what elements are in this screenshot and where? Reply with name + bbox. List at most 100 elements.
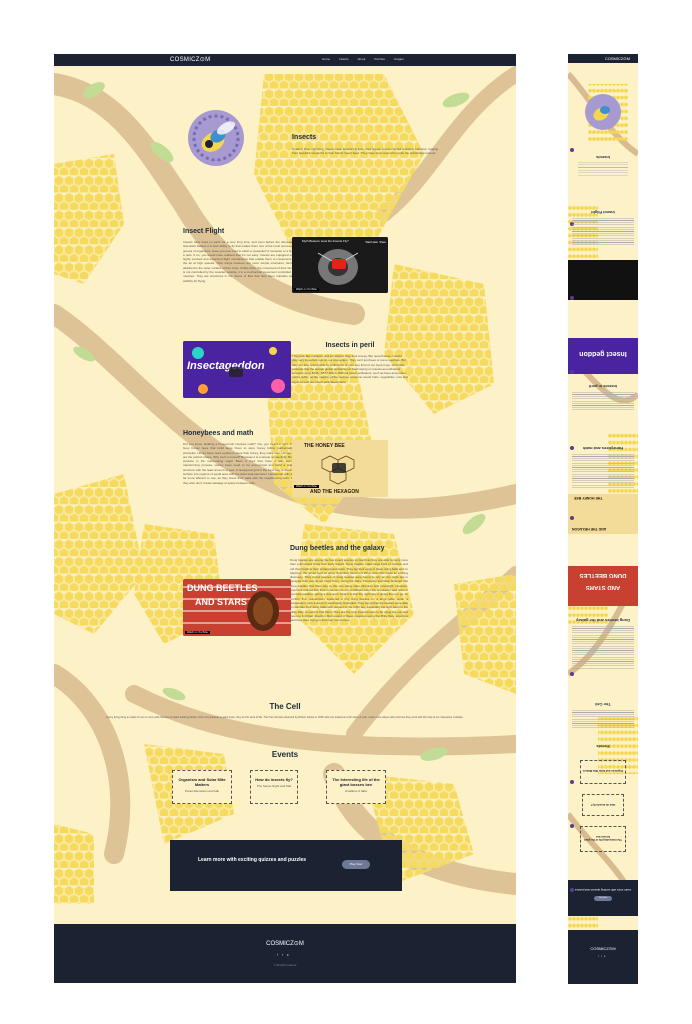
- nav-item-images[interactable]: Images: [394, 57, 404, 61]
- section-the-cell: The Cell Every living thing is made of o…: [84, 702, 486, 720]
- mobile-dung-bottom-caption: AND STARS: [585, 584, 621, 590]
- mobile-event-card[interactable]: Organism and Solar Mite Matters: [580, 760, 626, 784]
- footer-copyright: © All rights reserved: [273, 964, 297, 967]
- flight-watch-on-youtube[interactable]: Watch on YouTube: [294, 288, 319, 291]
- mobile-flight-video[interactable]: [568, 260, 638, 300]
- play-now-button[interactable]: Play Now: [342, 860, 370, 869]
- event-card[interactable]: Organism and Solar Mite Matters Panel di…: [172, 770, 232, 804]
- peril-text: They look like nuisance and sometimes th…: [292, 354, 408, 384]
- nav-item-home[interactable]: Home: [322, 57, 330, 61]
- event-subtitle: Amaflora of talks: [344, 789, 368, 793]
- section-insects: Insects Small or blue, night bug, insect…: [292, 134, 442, 156]
- section-dung-beetles: Dung beetles and the galaxy Dung beetles…: [290, 544, 408, 622]
- mobile-event-card[interactable]: The Interesting life of the giant bosses…: [580, 826, 626, 852]
- mobile-play-now-button[interactable]: Play Now: [594, 896, 612, 901]
- cta-banner: Learn more with exciting quizzes and puz…: [170, 840, 402, 891]
- mobile-honey-video[interactable]: THE HONEY BEE AND THE HEXAGON: [568, 494, 638, 534]
- event-subtitle: Panel discussion and talk: [185, 789, 219, 793]
- events-heading: Events: [271, 750, 299, 759]
- cell-text: Every living thing is made of one or mor…: [106, 716, 464, 719]
- cta-text: Learn more with exciting quizzes and puz…: [198, 857, 307, 863]
- flight-video-share[interactable]: Share: [379, 241, 386, 244]
- mobile-bullet: [570, 516, 574, 520]
- insect-logo-icon: [188, 110, 244, 166]
- mobile-social-icons: ft▸: [568, 954, 638, 958]
- mobile-flight-heading: Insect Flight: [591, 210, 615, 215]
- mobile-navigation-bar: COSMICZ⊙M: [568, 54, 638, 63]
- honey-watch-on-youtube[interactable]: Watch on YouTube: [294, 485, 319, 488]
- section-honeybees-math: Honeybees and math Did you know, buildin…: [183, 430, 295, 485]
- mobile-dung-video[interactable]: DUNG BEETLES AND STARS: [568, 566, 638, 606]
- flight-video-later[interactable]: Watch later: [365, 241, 378, 244]
- mobile-dung-top-caption: DUNG BEETLES: [579, 572, 627, 578]
- event-card[interactable]: How do insects fly? The Sense Night and …: [250, 770, 298, 804]
- insects-heading: Insects: [292, 134, 317, 141]
- flight-video-title: Myth Busters: How Do Insects Fly?: [302, 239, 349, 243]
- mobile-bullet: [570, 296, 574, 300]
- mobile-peril-heading: Insects in peril: [589, 384, 618, 389]
- flight-play-button[interactable]: [332, 259, 346, 269]
- section-insects-in-peril: Insects in peril They look like nuisance…: [292, 342, 408, 384]
- dung-video-top-caption: DUNG BEETLES: [187, 583, 258, 593]
- flight-video-embed[interactable]: Myth Busters: How Do Insects Fly? Watch …: [292, 237, 388, 293]
- honey-video-bottom-caption: AND THE HEXAGON: [310, 489, 359, 495]
- mobile-honey-top-caption: THE HONEY BEE: [574, 496, 603, 500]
- mobile-bullet: [570, 148, 574, 152]
- mobile-event-title: Organism and Solar Mite Matters: [582, 769, 624, 772]
- youtube-icon[interactable]: ▸: [604, 954, 608, 958]
- nav-menu: Home Insects About Puzzles Images: [322, 57, 404, 61]
- dung-text: Dung beetles are among the few insect sp…: [290, 558, 408, 623]
- mobile-insect-logo-icon: [585, 94, 621, 130]
- youtube-icon[interactable]: ▸: [287, 952, 293, 957]
- footer-logo[interactable]: COSMICZ⊙M: [54, 940, 516, 947]
- flight-heading: Insect Flight: [183, 228, 225, 235]
- honey-heading: Honeybees and math: [183, 430, 254, 437]
- insects-text: Small or blue, night bug, insects have f…: [292, 147, 439, 156]
- section-insect-flight: Insect Flight Insects have lived on eart…: [183, 228, 295, 283]
- honey-text: Did you know, building a honeycomb invol…: [183, 442, 295, 485]
- peril-video-caption: Insectageddon: [187, 360, 265, 372]
- nav-item-puzzles[interactable]: Puzzles: [374, 57, 385, 61]
- dung-watch-on-youtube[interactable]: Watch on YouTube: [185, 631, 210, 634]
- mobile-footer: COSMICZ⊙M ft▸: [568, 930, 638, 984]
- site-logo[interactable]: COSMICZ⊙M: [170, 56, 210, 63]
- nav-item-about[interactable]: About: [358, 57, 366, 61]
- mobile-logo[interactable]: COSMICZ⊙M: [605, 56, 630, 61]
- mobile-honey-text: [572, 454, 634, 488]
- footer: COSMICZ⊙M ft▸ © All rights reserved: [54, 924, 516, 983]
- mobile-bullet: [570, 888, 574, 892]
- event-card[interactable]: The Interesting life of the giant bosses…: [326, 770, 386, 804]
- peril-video-embed[interactable]: Insectageddon: [183, 341, 291, 398]
- insect-illustration: [188, 110, 244, 166]
- mobile-event-card[interactable]: How do insects fly?: [582, 794, 624, 816]
- mobile-insects-heading: Insects: [596, 155, 610, 160]
- mobile-cell-text: [572, 710, 634, 730]
- event-title: The Interesting life of the giant bosses…: [332, 777, 380, 787]
- mobile-cta-text: Learn more with exciting quizzes and puz…: [574, 888, 632, 892]
- social-icons: ft▸: [54, 952, 516, 957]
- mobile-bullet: [570, 370, 574, 374]
- mobile-insects-text: [578, 162, 628, 176]
- nav-item-insects[interactable]: Insects: [339, 57, 349, 61]
- mobile-flight-text: [572, 218, 634, 246]
- dung-video-embed[interactable]: DUNG BEETLES AND STARS Watch on YouTube: [183, 579, 291, 636]
- honey-video-top-caption: THE HONEY BEE: [304, 443, 345, 449]
- desktop-page: COSMICZ⊙M Home Insects About Puzzles Ima…: [54, 54, 516, 983]
- peril-heading: Insects in peril: [325, 342, 375, 349]
- mobile-peril-banner: Insect geddon: [579, 350, 627, 357]
- honey-play-button[interactable]: [332, 463, 346, 473]
- events-heading-wrap: Events: [54, 750, 516, 759]
- mobile-bullet: [570, 780, 574, 784]
- honey-video-embed[interactable]: THE HONEY BEE AND THE HEXAGON Watch on Y…: [292, 440, 388, 497]
- mobile-footer-logo[interactable]: COSMICZ⊙M: [568, 946, 638, 951]
- event-title: How do insects fly?: [255, 777, 293, 782]
- event-title: Organism and Solar Mite Matters: [178, 777, 226, 787]
- dung-heading: Dung beetles and the galaxy: [290, 545, 385, 552]
- peril-play-button[interactable]: [229, 367, 243, 377]
- dung-video-bottom-caption: AND STARS: [195, 597, 247, 607]
- mobile-insect-illustration: [585, 94, 621, 130]
- mobile-peril-video[interactable]: Insect geddon: [568, 338, 638, 374]
- flight-text: Insects have lived on earth for a very l…: [183, 240, 295, 283]
- mobile-dung-text: [572, 626, 634, 670]
- cell-heading: The Cell: [269, 702, 301, 711]
